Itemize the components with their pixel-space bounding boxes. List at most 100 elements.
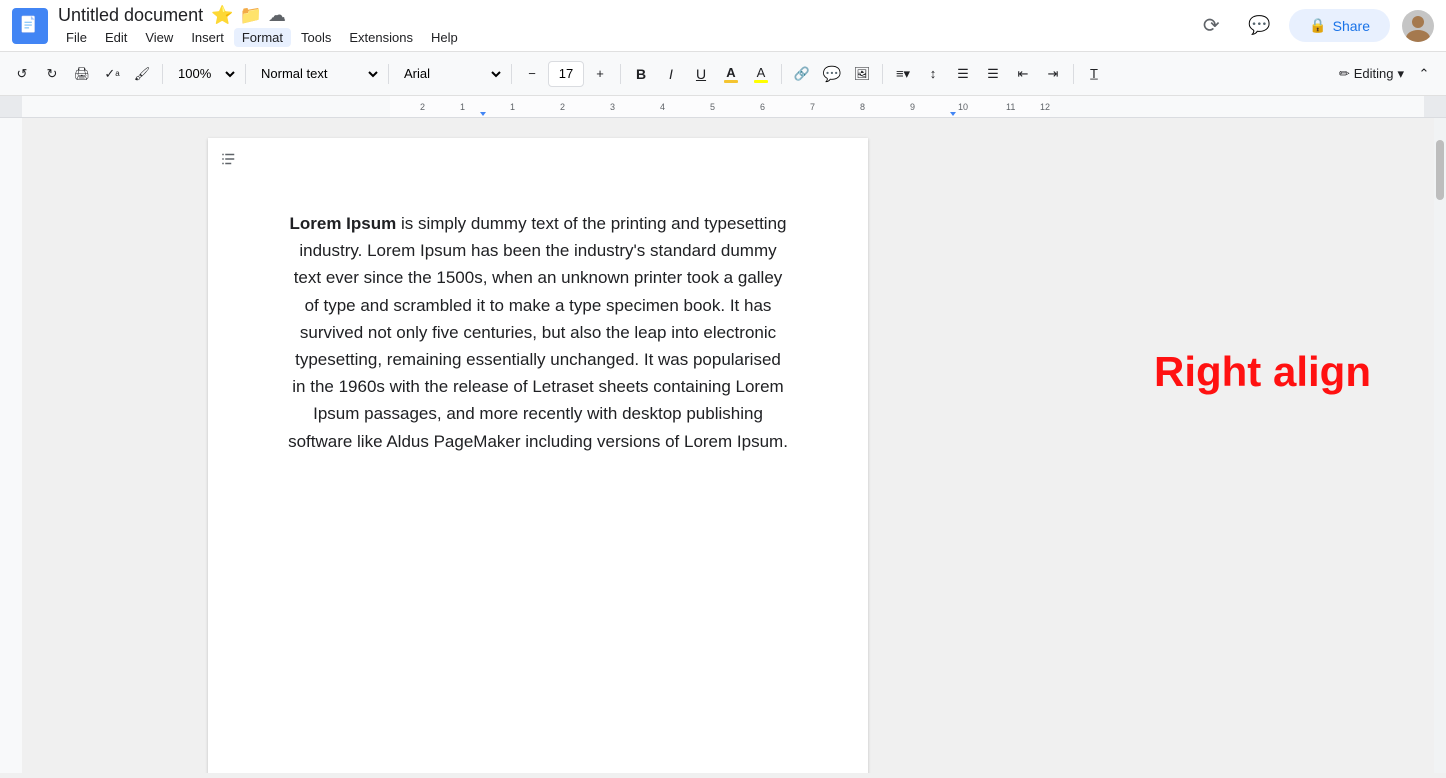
content-rest: is simply dummy text of the printing and… xyxy=(288,214,788,451)
app-icon[interactable] xyxy=(12,8,48,44)
svg-text:1: 1 xyxy=(510,102,515,112)
add-comment-button[interactable]: 💬 xyxy=(818,60,846,88)
align-button[interactable]: ≡▾ xyxy=(889,60,917,88)
undo-button[interactable]: ↺ xyxy=(8,60,36,88)
menu-file[interactable]: File xyxy=(58,28,95,47)
title-icons: ⭐ 📁 ☁ xyxy=(211,5,286,26)
indent-increase-button[interactable]: ⇥ xyxy=(1039,60,1067,88)
svg-text:5: 5 xyxy=(710,102,715,112)
doc-page[interactable]: Lorem Ipsum is simply dummy text of the … xyxy=(208,138,868,773)
outline-icon[interactable] xyxy=(220,150,238,173)
divider-8 xyxy=(1073,64,1074,84)
font-size-increase-button[interactable]: + xyxy=(586,60,614,88)
style-select[interactable]: Normal text Heading 1 Heading 2 Heading … xyxy=(252,60,382,88)
svg-text:8: 8 xyxy=(860,102,865,112)
main-area: Lorem Ipsum is simply dummy text of the … xyxy=(0,118,1446,773)
svg-text:3: 3 xyxy=(610,102,615,112)
outline-toggle-icon xyxy=(220,150,238,168)
right-panel: Right align xyxy=(1054,118,1434,773)
highlight-indicator: A xyxy=(754,65,768,83)
svg-text:2: 2 xyxy=(420,102,425,112)
doc-title-row: Untitled document ⭐ 📁 ☁ xyxy=(58,5,1193,26)
highlight-bar xyxy=(754,80,768,83)
divider-6 xyxy=(781,64,782,84)
menu-help[interactable]: Help xyxy=(423,28,466,47)
right-scrollbar[interactable] xyxy=(1434,118,1446,773)
insert-image-button[interactable]: 🖼 xyxy=(848,60,876,88)
menu-tools[interactable]: Tools xyxy=(293,28,339,47)
print-button[interactable]: 🖨 xyxy=(68,60,96,88)
content-bold: Lorem Ipsum xyxy=(290,214,397,233)
header-right: ⟳ 💬 🔒 Share xyxy=(1193,8,1434,44)
collapse-toolbar-button[interactable]: ⌃ xyxy=(1410,60,1438,88)
edit-mode-button[interactable]: ✏ Editing ▾ xyxy=(1335,60,1408,88)
history-button[interactable]: ⟳ xyxy=(1193,8,1229,44)
ruler: 2 1 1 2 3 4 5 6 7 8 9 10 11 12 xyxy=(0,96,1446,118)
clear-format-button[interactable]: T̲ xyxy=(1080,60,1108,88)
svg-text:6: 6 xyxy=(760,102,765,112)
svg-text:12: 12 xyxy=(1040,102,1050,112)
cloud-icon[interactable]: ☁ xyxy=(268,5,286,26)
scroll-thumb[interactable] xyxy=(1436,140,1444,200)
left-ruler xyxy=(0,118,22,773)
font-size-decrease-button[interactable]: − xyxy=(518,60,546,88)
redo-button[interactable]: ↻ xyxy=(38,60,66,88)
svg-text:11: 11 xyxy=(1006,102,1015,112)
share-lock-icon: 🔒 xyxy=(1309,17,1326,34)
title-bar: Untitled document ⭐ 📁 ☁ File Edit View I… xyxy=(0,0,1446,52)
avatar[interactable] xyxy=(1402,10,1434,42)
text-color-button[interactable]: A xyxy=(717,60,745,88)
toolbar: ↺ ↻ 🖨 ✓a 🖌 100% 75% 125% 150% Normal tex… xyxy=(0,52,1446,96)
menu-edit[interactable]: Edit xyxy=(97,28,135,47)
folder-icon[interactable]: 📁 xyxy=(240,5,262,26)
svg-text:2: 2 xyxy=(560,102,565,112)
doc-area[interactable]: Lorem Ipsum is simply dummy text of the … xyxy=(22,118,1054,773)
font-select[interactable]: Arial Times New Roman Georgia xyxy=(395,60,505,88)
doc-content[interactable]: Lorem Ipsum is simply dummy text of the … xyxy=(288,210,788,455)
menu-bar: File Edit View Insert Format Tools Exten… xyxy=(58,28,1193,47)
menu-insert[interactable]: Insert xyxy=(183,28,232,47)
bullet-list-button[interactable]: ☰ xyxy=(949,60,977,88)
divider-4 xyxy=(511,64,512,84)
divider-1 xyxy=(162,64,163,84)
svg-text:7: 7 xyxy=(810,102,815,112)
text-color-indicator: A xyxy=(724,65,738,83)
divider-5 xyxy=(620,64,621,84)
zoom-select[interactable]: 100% 75% 125% 150% xyxy=(169,60,239,88)
font-size-control: − + xyxy=(518,60,614,88)
right-align-annotation: Right align xyxy=(1154,348,1371,396)
color-bar xyxy=(724,80,738,83)
menu-view[interactable]: View xyxy=(137,28,181,47)
indent-decrease-button[interactable]: ⇤ xyxy=(1009,60,1037,88)
paint-format-button[interactable]: 🖌 xyxy=(128,60,156,88)
svg-text:10: 10 xyxy=(958,102,968,112)
menu-format[interactable]: Format xyxy=(234,28,291,47)
spellcheck-button[interactable]: ✓a xyxy=(98,60,126,88)
divider-7 xyxy=(882,64,883,84)
avatar-image xyxy=(1402,10,1434,42)
underline-button[interactable]: U xyxy=(687,60,715,88)
highlight-button[interactable]: A xyxy=(747,60,775,88)
link-button[interactable]: 🔗 xyxy=(788,60,816,88)
share-label: Share xyxy=(1333,18,1370,34)
svg-text:4: 4 xyxy=(660,102,665,112)
line-spacing-button[interactable]: ↕ xyxy=(919,60,947,88)
chevron-down-icon: ▾ xyxy=(1397,66,1404,82)
left-ruler-svg xyxy=(0,118,22,773)
title-info: Untitled document ⭐ 📁 ☁ File Edit View I… xyxy=(58,5,1193,47)
doc-title[interactable]: Untitled document xyxy=(58,5,203,26)
comments-button[interactable]: 💬 xyxy=(1241,8,1277,44)
italic-button[interactable]: I xyxy=(657,60,685,88)
editing-label: Editing xyxy=(1354,66,1394,81)
divider-2 xyxy=(245,64,246,84)
numbered-list-button[interactable]: ☰ xyxy=(979,60,1007,88)
docs-logo-icon xyxy=(19,15,41,37)
svg-text:9: 9 xyxy=(910,102,915,112)
menu-extensions[interactable]: Extensions xyxy=(341,28,421,47)
share-button[interactable]: 🔒 Share xyxy=(1289,9,1390,42)
divider-3 xyxy=(388,64,389,84)
font-size-input[interactable] xyxy=(548,61,584,87)
bold-button[interactable]: B xyxy=(627,60,655,88)
pencil-icon: ✏ xyxy=(1339,66,1350,82)
star-icon[interactable]: ⭐ xyxy=(211,5,233,26)
